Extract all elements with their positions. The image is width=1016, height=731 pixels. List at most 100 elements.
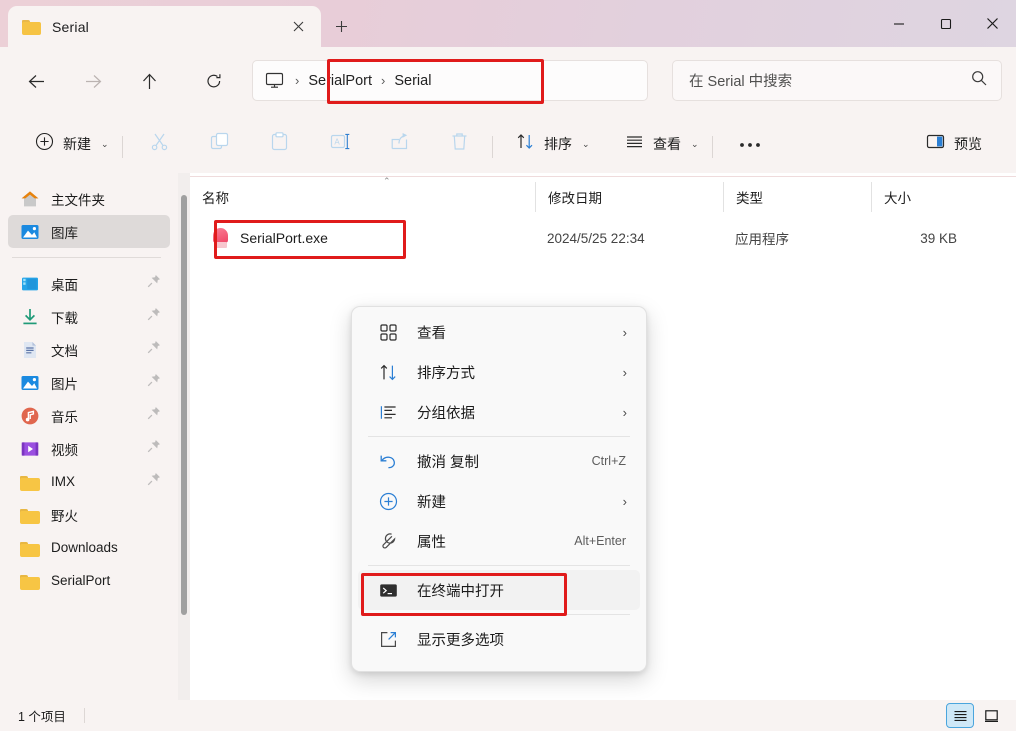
trash-icon xyxy=(450,132,469,156)
close-button[interactable] xyxy=(969,0,1016,47)
sidebar-item-yehuo[interactable]: 野火 xyxy=(8,498,170,531)
column-header-name[interactable]: 名称 xyxy=(190,182,535,212)
pin-icon[interactable] xyxy=(147,373,163,392)
pin-icon[interactable] xyxy=(147,307,163,326)
context-menu-item-label: 撤消 复制 xyxy=(417,451,592,472)
context-menu-item-sort-by[interactable]: 排序方式 › xyxy=(358,352,640,392)
view-button-label: 查看 xyxy=(653,134,681,154)
back-button[interactable] xyxy=(19,64,53,98)
tab-close-icon[interactable] xyxy=(285,14,311,40)
share-button[interactable] xyxy=(383,128,416,160)
file-size-cell: 39 KB xyxy=(871,231,971,246)
sidebar-item-gallery[interactable]: 图库 xyxy=(8,215,170,248)
file-explorer-window: Serial xyxy=(0,0,1016,731)
context-menu-item-open-in-terminal[interactable]: 在终端中打开 xyxy=(358,570,640,610)
pin-icon[interactable] xyxy=(147,274,163,293)
rename-button[interactable]: A xyxy=(323,128,358,160)
video-icon xyxy=(20,439,40,459)
minimize-button[interactable] xyxy=(875,0,922,47)
delete-button[interactable] xyxy=(443,128,476,160)
sidebar-item-imx[interactable]: IMX xyxy=(8,465,170,498)
table-row[interactable]: SerialPort.exe 2024/5/25 22:34 应用程序 39 K… xyxy=(190,221,1016,255)
status-divider xyxy=(84,708,85,723)
column-headers: 名称 修改日期 类型 大小 xyxy=(190,182,1016,212)
refresh-button[interactable] xyxy=(197,64,231,98)
toolbar-divider-2 xyxy=(492,136,493,158)
details-view-button[interactable] xyxy=(947,704,973,727)
cut-button[interactable] xyxy=(143,128,176,160)
context-menu-item-show-more-options[interactable]: 显示更多选项 xyxy=(358,619,640,659)
sidebar-item-label: 视频 xyxy=(51,439,147,459)
sidebar-item-label: 野火 xyxy=(51,505,170,525)
column-header-size[interactable]: 大小 xyxy=(871,182,971,212)
large-icons-view-button[interactable] xyxy=(978,704,1004,727)
sidebar-scrollbar[interactable] xyxy=(181,195,187,615)
context-menu-divider xyxy=(368,565,630,566)
svg-text:A: A xyxy=(334,137,340,146)
sidebar-item-desktop[interactable]: 桌面 xyxy=(8,267,170,300)
terminal-icon xyxy=(378,580,399,601)
sidebar-item-videos[interactable]: 视频 xyxy=(8,432,170,465)
column-header-type[interactable]: 类型 xyxy=(723,182,871,212)
view-button[interactable]: 查看 ⌄ xyxy=(618,128,706,160)
preview-pane-button[interactable]: 预览 xyxy=(919,128,989,160)
home-icon xyxy=(20,189,40,209)
breadcrumb-item-serialport[interactable]: SerialPort xyxy=(308,73,372,89)
folder-icon xyxy=(20,507,40,523)
search-icon[interactable] xyxy=(971,70,987,91)
file-name-cell[interactable]: SerialPort.exe xyxy=(190,228,535,249)
sidebar-item-documents[interactable]: 文档 xyxy=(8,333,170,366)
paste-icon xyxy=(270,132,289,156)
copy-button[interactable] xyxy=(203,128,236,160)
context-menu: 查看 › 排序方式 › 分组依据 › 撤消 复制 Ctrl+Z xyxy=(351,306,647,672)
sidebar-item-serialport[interactable]: SerialPort xyxy=(8,564,170,597)
folder-icon xyxy=(20,573,40,589)
pictures-icon xyxy=(20,373,40,393)
exe-app-icon xyxy=(212,228,229,249)
sidebar-item-label: 主文件夹 xyxy=(51,189,170,209)
title-bar: Serial xyxy=(0,0,1016,47)
breadcrumb-item-serial[interactable]: Serial xyxy=(394,73,431,89)
download-icon xyxy=(20,307,40,327)
sidebar-item-music[interactable]: 音乐 xyxy=(8,399,170,432)
this-pc-monitor-icon[interactable] xyxy=(265,72,284,89)
context-menu-item-view[interactable]: 查看 › xyxy=(358,312,640,352)
context-menu-item-properties[interactable]: 属性 Alt+Enter xyxy=(358,521,640,561)
pin-icon[interactable] xyxy=(147,340,163,359)
up-button[interactable] xyxy=(132,64,166,98)
item-count-label: 1 个项目 xyxy=(18,706,66,725)
tab-serial[interactable]: Serial xyxy=(8,6,321,47)
context-menu-item-new[interactable]: 新建 › xyxy=(358,481,640,521)
toolbar-divider-1 xyxy=(122,136,123,158)
pin-icon[interactable] xyxy=(147,406,163,425)
sidebar-item-home[interactable]: 主文件夹 xyxy=(8,182,170,215)
share-icon xyxy=(390,132,409,156)
folder-icon xyxy=(22,19,41,35)
sort-button-label: 排序 xyxy=(544,134,572,154)
undo-icon xyxy=(378,451,399,472)
maximize-button[interactable] xyxy=(922,0,969,47)
new-button[interactable]: 新建 ⌄ xyxy=(28,128,116,160)
scissors-icon xyxy=(150,132,169,156)
sidebar-item-downloads-folder[interactable]: Downloads xyxy=(8,531,170,564)
sidebar-item-pictures[interactable]: 图片 xyxy=(8,366,170,399)
pin-icon[interactable] xyxy=(147,439,163,458)
context-menu-item-label: 在终端中打开 xyxy=(417,580,640,601)
paste-button[interactable] xyxy=(263,128,296,160)
new-tab-button[interactable] xyxy=(327,13,355,39)
pin-icon[interactable] xyxy=(147,472,163,491)
context-menu-item-undo-copy[interactable]: 撤消 复制 Ctrl+Z xyxy=(358,441,640,481)
file-type-cell: 应用程序 xyxy=(723,228,871,248)
file-date-cell: 2024/5/25 22:34 xyxy=(535,231,723,246)
search-input[interactable]: 在 Serial 中搜索 xyxy=(672,60,1002,101)
breadcrumb[interactable]: › SerialPort › Serial xyxy=(252,60,648,101)
sort-button[interactable]: 排序 ⌄ xyxy=(509,128,597,160)
more-options-button[interactable] xyxy=(732,128,768,160)
folder-icon xyxy=(20,474,40,490)
context-menu-divider xyxy=(368,436,630,437)
header-rule xyxy=(190,176,1016,177)
chevron-right-icon: › xyxy=(623,494,627,509)
sidebar-item-downloads[interactable]: 下载 xyxy=(8,300,170,333)
context-menu-item-group-by[interactable]: 分组依据 › xyxy=(358,392,640,432)
column-header-date[interactable]: 修改日期 xyxy=(535,182,723,212)
